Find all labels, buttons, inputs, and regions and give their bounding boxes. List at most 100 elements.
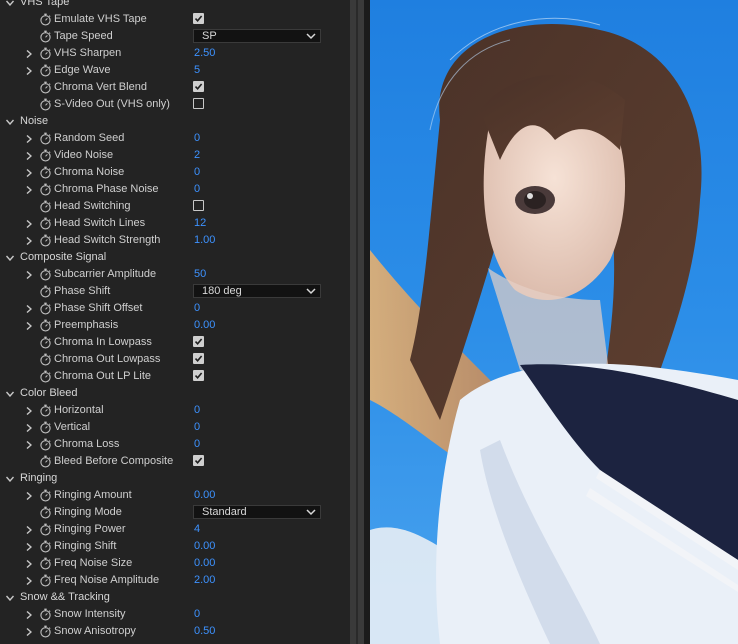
param-value[interactable]: 0.00 (194, 538, 215, 555)
chevron-right-icon[interactable] (25, 521, 33, 538)
param-value[interactable]: 0.50 (194, 623, 215, 640)
stopwatch-icon[interactable] (39, 370, 52, 383)
chevron-down-icon[interactable] (6, 589, 14, 606)
dropdown[interactable]: Standard (193, 505, 321, 519)
dropdown[interactable]: 180 deg (193, 284, 321, 298)
stopwatch-icon[interactable] (39, 421, 52, 434)
param-value[interactable]: 4 (194, 521, 200, 538)
chevron-right-icon[interactable] (25, 164, 33, 181)
chevron-right-icon[interactable] (25, 436, 33, 453)
stopwatch-icon[interactable] (39, 64, 52, 77)
chevron-right-icon[interactable] (25, 402, 33, 419)
param-value[interactable]: 50 (194, 266, 206, 283)
panel-divider[interactable] (350, 0, 364, 644)
chevron-right-icon[interactable] (25, 130, 33, 147)
stopwatch-icon[interactable] (39, 268, 52, 281)
param-value[interactable]: 0 (194, 436, 200, 453)
stopwatch-icon[interactable] (39, 523, 52, 536)
param-value[interactable]: 12 (194, 215, 206, 232)
param-value[interactable]: 0.00 (194, 317, 215, 334)
chevron-down-icon[interactable] (6, 113, 14, 130)
checkbox[interactable] (193, 353, 204, 364)
chevron-right-icon[interactable] (25, 572, 33, 589)
param-value[interactable]: 0 (194, 402, 200, 419)
chevron-right-icon[interactable] (25, 538, 33, 555)
param-value[interactable]: 2.00 (194, 572, 215, 589)
stopwatch-icon[interactable] (39, 217, 52, 230)
composition-viewer[interactable] (364, 0, 738, 644)
stopwatch-icon[interactable] (39, 132, 52, 145)
stopwatch-icon[interactable] (39, 47, 52, 60)
checkbox[interactable] (193, 200, 204, 211)
param-value[interactable]: 0.00 (194, 487, 215, 504)
checkbox[interactable] (193, 370, 204, 381)
stopwatch-icon[interactable] (39, 336, 52, 349)
chevron-down-icon[interactable] (6, 470, 14, 487)
checkbox[interactable] (193, 98, 204, 109)
group-header-composite-signal[interactable]: Composite Signal (0, 249, 350, 266)
group-header-snow-andand-tracking[interactable]: Snow && Tracking (0, 589, 350, 606)
stopwatch-icon[interactable] (39, 319, 52, 332)
chevron-right-icon[interactable] (25, 181, 33, 198)
param-value[interactable]: 0.00 (194, 555, 215, 572)
stopwatch-icon[interactable] (39, 285, 52, 298)
checkbox[interactable] (193, 336, 204, 347)
stopwatch-icon[interactable] (39, 183, 52, 196)
param-value[interactable]: 2 (194, 147, 200, 164)
chevron-right-icon[interactable] (25, 606, 33, 623)
stopwatch-icon[interactable] (39, 13, 52, 26)
param-value[interactable]: 0 (194, 300, 200, 317)
chevron-right-icon[interactable] (25, 232, 33, 249)
stopwatch-icon[interactable] (39, 455, 52, 468)
chevron-down-icon[interactable] (6, 385, 14, 402)
stopwatch-icon[interactable] (39, 234, 52, 247)
stopwatch-icon[interactable] (39, 81, 52, 94)
chevron-right-icon[interactable] (25, 317, 33, 334)
param-value[interactable]: 1.00 (194, 232, 215, 249)
stopwatch-icon[interactable] (39, 574, 52, 587)
checkbox[interactable] (193, 81, 204, 92)
stopwatch-icon[interactable] (39, 438, 52, 451)
param-value[interactable]: 0 (194, 606, 200, 623)
stopwatch-icon[interactable] (39, 540, 52, 553)
param-row-head-switch-lines: Head Switch Lines 12 (0, 215, 350, 232)
stopwatch-icon[interactable] (39, 506, 52, 519)
param-value[interactable]: 0 (194, 419, 200, 436)
chevron-right-icon[interactable] (25, 147, 33, 164)
stopwatch-icon[interactable] (39, 302, 52, 315)
param-value[interactable]: 0 (194, 130, 200, 147)
chevron-down-icon[interactable] (6, 0, 14, 11)
stopwatch-icon[interactable] (39, 30, 52, 43)
stopwatch-icon[interactable] (39, 98, 52, 111)
stopwatch-icon[interactable] (39, 353, 52, 366)
stopwatch-icon[interactable] (39, 557, 52, 570)
stopwatch-icon[interactable] (39, 200, 52, 213)
chevron-right-icon[interactable] (25, 555, 33, 572)
chevron-right-icon[interactable] (25, 300, 33, 317)
chevron-right-icon[interactable] (25, 215, 33, 232)
group-header-ringing[interactable]: Ringing (0, 470, 350, 487)
stopwatch-icon[interactable] (39, 404, 52, 417)
dropdown[interactable]: SP (193, 29, 321, 43)
stopwatch-icon[interactable] (39, 625, 52, 638)
group-header-noise[interactable]: Noise (0, 113, 350, 130)
param-value[interactable]: 0 (194, 181, 200, 198)
chevron-down-icon[interactable] (6, 249, 14, 266)
param-value[interactable]: 5 (194, 62, 200, 79)
stopwatch-icon[interactable] (39, 608, 52, 621)
param-value[interactable]: 0 (194, 164, 200, 181)
stopwatch-icon[interactable] (39, 149, 52, 162)
chevron-right-icon[interactable] (25, 62, 33, 79)
param-value[interactable]: 2.50 (194, 45, 215, 62)
group-header-vhs-tape[interactable]: VHS Tape (0, 0, 350, 11)
group-header-color-bleed[interactable]: Color Bleed (0, 385, 350, 402)
chevron-right-icon[interactable] (25, 45, 33, 62)
chevron-right-icon[interactable] (25, 487, 33, 504)
stopwatch-icon[interactable] (39, 489, 52, 502)
checkbox[interactable] (193, 455, 204, 466)
stopwatch-icon[interactable] (39, 166, 52, 179)
chevron-right-icon[interactable] (25, 266, 33, 283)
chevron-right-icon[interactable] (25, 623, 33, 640)
chevron-right-icon[interactable] (25, 419, 33, 436)
checkbox[interactable] (193, 13, 204, 24)
